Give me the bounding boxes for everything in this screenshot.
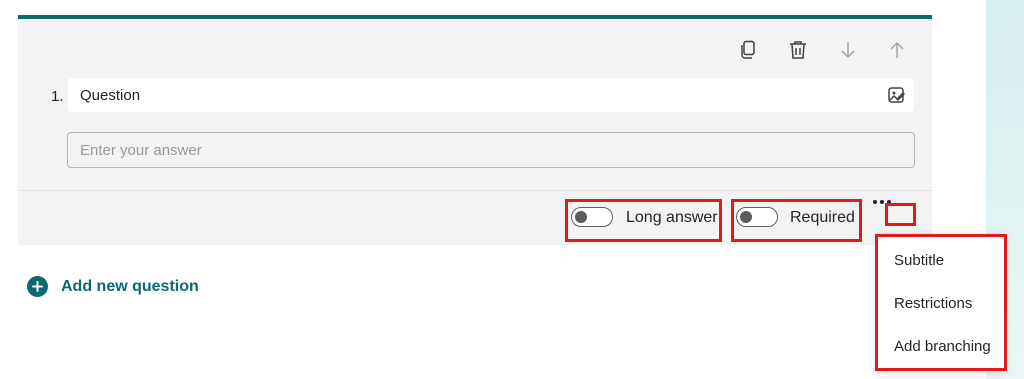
move-up-icon[interactable]: [886, 39, 908, 61]
card-divider: [18, 190, 932, 191]
add-new-question-label: Add new question: [61, 277, 199, 295]
question-title-text: Question: [80, 87, 141, 104]
card-accent-bar: [18, 15, 932, 19]
highlight-required: [731, 199, 862, 242]
delete-icon[interactable]: [787, 39, 809, 61]
move-down-icon[interactable]: [837, 39, 859, 61]
question-number: 1.: [51, 88, 64, 105]
add-new-question-button[interactable]: Add new question: [27, 276, 199, 297]
highlight-more-options: [885, 203, 916, 226]
highlight-menu: [875, 234, 1007, 371]
copy-icon[interactable]: [737, 39, 759, 61]
answer-input[interactable]: Enter your answer: [67, 132, 915, 168]
plus-icon: [27, 276, 48, 297]
insert-media-icon[interactable]: [886, 84, 908, 106]
question-title-field[interactable]: Question: [68, 78, 914, 112]
highlight-long-answer: [565, 199, 722, 242]
answer-placeholder: Enter your answer: [80, 142, 202, 159]
